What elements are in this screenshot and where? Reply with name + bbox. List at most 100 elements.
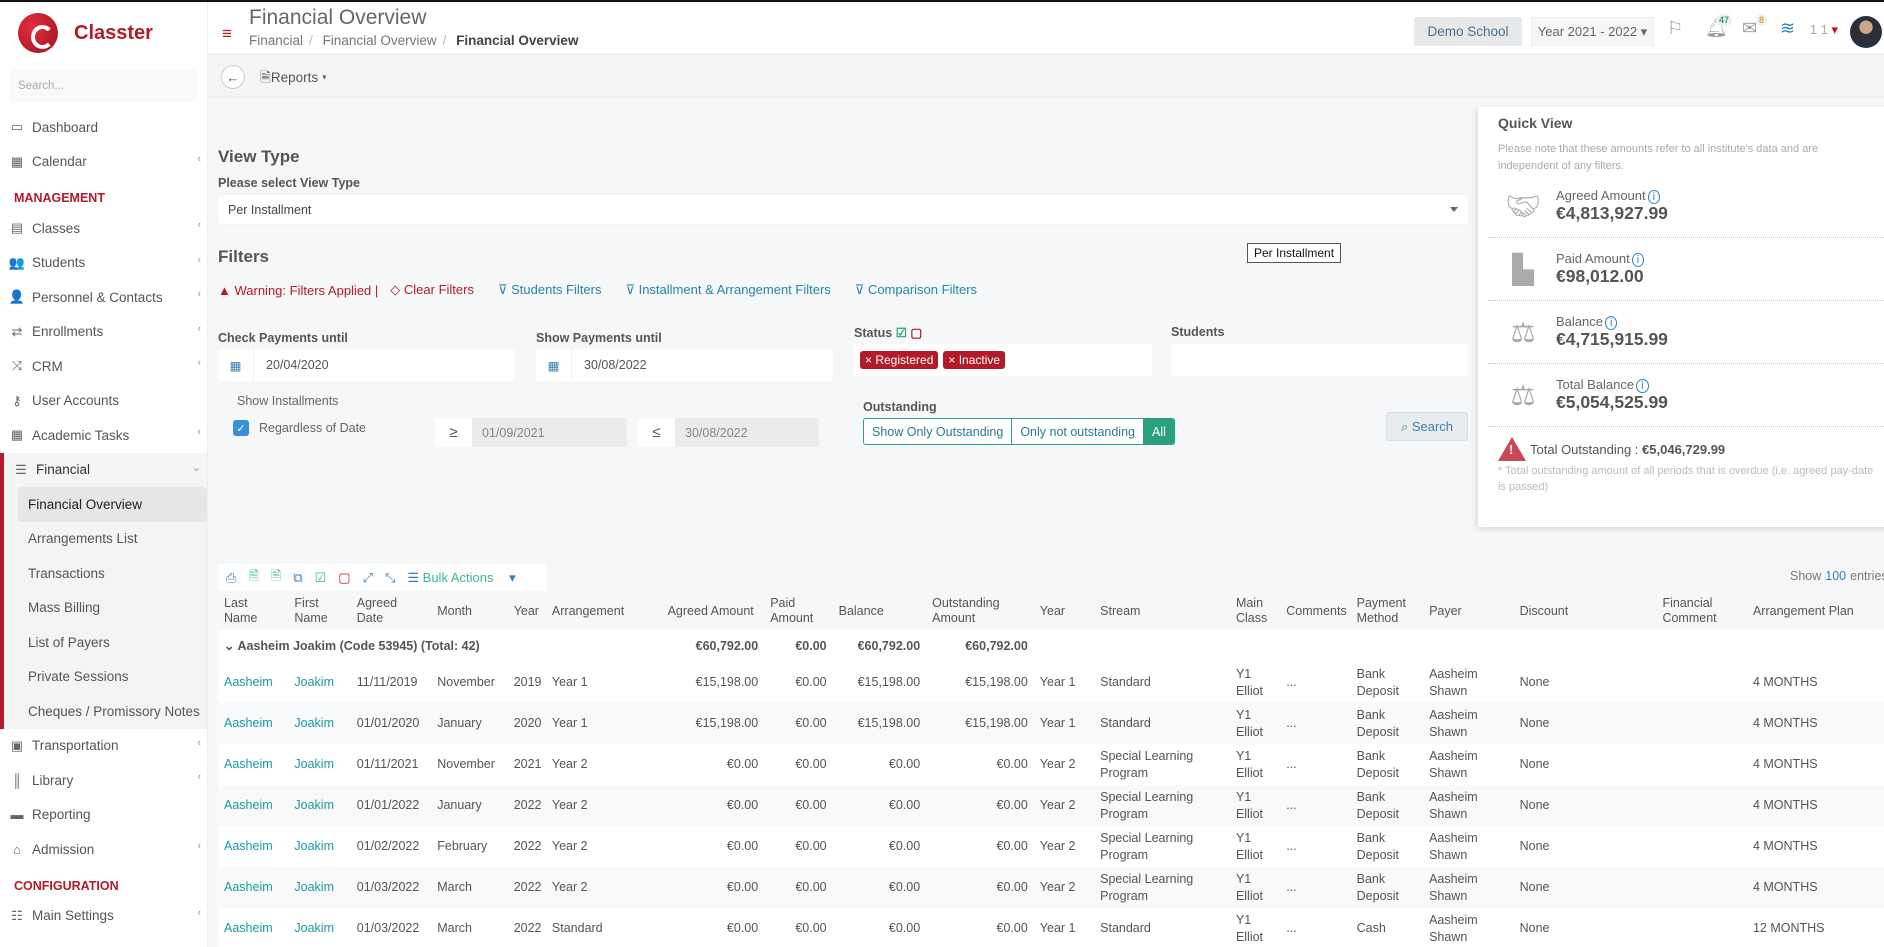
column-header[interactable]: Financial Comment [1656,592,1747,630]
group-row[interactable]: ⌄ Aasheim Joakim (Code 53945) (Total: 42… [218,630,1884,662]
column-header[interactable]: Month [431,592,507,630]
table-row[interactable]: Aasheim Joakim 11/11/2019 November 2019 Year … [218,662,1884,703]
info-icon[interactable]: i [1631,253,1645,267]
envelope-icon[interactable]: ✉ [1742,18,1757,39]
table-cell[interactable]: Aasheim [218,826,289,867]
search-button[interactable]: ⌕ Search [1386,412,1468,441]
status-multiselect[interactable]: × Registered × Inactive [854,344,1152,376]
print-icon[interactable]: ⎙ [226,570,236,586]
avatar[interactable] [1850,16,1882,48]
sidebar-subitem-cheques[interactable]: Cheques / Promissory Notes [4,694,207,729]
clear-filters-link[interactable]: ◇ Clear Filters [390,282,474,298]
sidebar-item-personnel[interactable]: 👤 Personnel & Contacts ‹ [0,280,207,315]
comparison-filters-link[interactable]: ⊽ Comparison Filters [855,282,977,298]
column-header[interactable]: Payment Method [1351,592,1423,630]
flag-icon[interactable]: ⚐ [1667,18,1683,39]
sidebar-search-input[interactable]: Search... [10,70,197,102]
sidebar-subitem-mass-billing[interactable]: Mass Billing [4,591,207,626]
column-header[interactable]: Arrangement [546,592,662,630]
sidebar-item-user-accounts[interactable]: ⚷ User Accounts [0,384,207,419]
table-row[interactable]: Aasheim Joakim 01/01/2022 January 2022 Year 2… [218,785,1884,826]
sidebar-subitem-financial-overview[interactable]: Financial Overview [18,487,207,522]
table-cell[interactable]: ... [1280,703,1351,744]
students-filters-link[interactable]: ⊽ Students Filters [498,282,601,298]
sidebar-item-reporting[interactable]: ▬ Reporting [0,798,207,833]
table-cell[interactable]: ... [1280,785,1351,826]
regardless-checkbox[interactable]: ✓ Regardless of Date [233,420,366,436]
compress-icon[interactable]: ⤡ [385,570,395,586]
table-cell[interactable]: Joakim [288,662,351,703]
table-cell[interactable]: Joakim [288,703,351,744]
only-not-outstanding-option[interactable]: Only not outstanding [1012,419,1144,444]
school-button[interactable]: Demo School [1414,17,1522,46]
sidebar-item-library[interactable]: ║ Library ‹ [0,763,207,798]
info-icon[interactable]: i [1604,316,1618,330]
table-cell[interactable]: Aasheim [218,785,289,826]
layers-plus-icon[interactable]: ≋ [1780,18,1795,39]
check-payments-input[interactable]: ▦ 20/04/2020 [218,349,515,381]
column-header[interactable]: Paid Amount [764,592,832,630]
breadcrumb-financial[interactable]: Financial [249,33,303,48]
sidebar-item-dashboard[interactable]: ▭ Dashboard [0,110,207,145]
sidebar-item-transportation[interactable]: ▣ Transportation ‹ [0,729,207,764]
table-cell[interactable]: Aasheim [218,908,289,947]
column-header[interactable]: Balance [833,592,927,630]
show-only-outstanding-option[interactable]: Show Only Outstanding [864,419,1013,444]
reports-dropdown[interactable]: 🗎Reports ▾ [260,68,327,91]
sidebar-subitem-arrangements-list[interactable]: Arrangements List [4,522,207,557]
table-row[interactable]: Aasheim Joakim 01/02/2022 February 2022 Year … [218,826,1884,867]
table-cell[interactable]: Joakim [288,908,351,947]
uncheck-all-icon[interactable]: ▢ [338,570,350,586]
sidebar-subitem-transactions[interactable]: Transactions [4,556,207,591]
column-header[interactable]: Comments [1280,592,1350,630]
sidebar-item-students[interactable]: 👥 Students ‹ [0,246,207,281]
logo[interactable]: Classter [0,2,207,64]
info-icon[interactable]: i [1636,379,1649,393]
bulk-actions-dropdown[interactable]: ☰ Bulk Actions ▾ [407,570,515,586]
table-cell[interactable]: ... [1280,908,1351,947]
column-header[interactable]: Payer [1423,592,1514,630]
uncheck-all-icon[interactable]: ▢ [910,326,922,340]
sidebar-subitem-list-of-payers[interactable]: List of Payers [4,625,207,660]
sidebar-item-academic-tasks[interactable]: ▦ Academic Tasks ‹ [0,418,207,453]
expand-icon[interactable]: ⤢ [363,570,373,586]
back-button[interactable]: ← [221,65,245,89]
entries-select[interactable]: 100 [1825,569,1846,583]
sidebar-item-admission[interactable]: ⌂ Admission ‹ [0,832,207,867]
table-cell[interactable]: Aasheim [218,867,289,908]
table-row[interactable]: Aasheim Joakim 01/11/2021 November 2021 Year … [218,744,1884,785]
info-icon[interactable]: i [1647,190,1661,204]
table-row[interactable]: Aasheim Joakim 01/03/2022 March 2022 Year 2 €0… [218,867,1884,908]
installments-to-input[interactable]: ≤30/08/2022 [638,418,819,447]
user-menu[interactable]: 1 1 ▾ [1810,22,1838,38]
table-cell[interactable]: Aasheim [218,662,289,703]
status-tag-inactive[interactable]: × Inactive [943,351,1006,369]
column-header[interactable]: Year [508,592,546,630]
column-header[interactable]: Stream [1094,592,1230,630]
check-all-icon[interactable]: ☑ [896,326,907,340]
column-header[interactable]: Arrangement Plan [1747,592,1884,630]
year-select[interactable]: Year 2021 - 2022 ▾ [1531,17,1654,46]
column-header[interactable]: First Name [288,592,350,630]
column-header[interactable]: Main Class [1230,592,1280,630]
column-header[interactable]: Outstanding Amount [926,592,1034,630]
table-cell[interactable]: Joakim [288,826,351,867]
copy-icon[interactable]: ⧉ [293,570,302,586]
table-cell[interactable]: Aasheim [218,744,289,785]
column-header[interactable]: Discount [1514,592,1657,630]
sidebar-item-main-settings[interactable]: ☷ Main Settings ‹ [0,899,207,934]
column-header[interactable]: Agreed Date [351,592,431,630]
table-cell[interactable]: Aasheim [218,703,289,744]
breadcrumb-financial-overview[interactable]: Financial Overview [323,33,437,48]
installments-from-input[interactable]: ≥01/09/2021 [435,418,627,447]
sidebar-item-classes[interactable]: ▤ Classes ‹ [0,211,207,246]
sidebar-item-financial[interactable]: ☰ Financial ⌄ [0,452,207,487]
table-row[interactable]: Aasheim Joakim 01/01/2020 January 2020 Year 1… [218,703,1884,744]
sidebar-item-crm[interactable]: ⤨ CRM ‹ [0,349,207,384]
check-all-icon[interactable]: ☑ [315,570,327,586]
installment-filters-link[interactable]: ⊽ Installment & Arrangement Filters [625,282,830,298]
sidebar-item-enrollments[interactable]: ⇄ Enrollments ‹ [0,315,207,350]
all-option[interactable]: All [1144,419,1174,444]
column-header[interactable]: Last Name [218,592,288,630]
table-cell[interactable]: ... [1280,744,1351,785]
